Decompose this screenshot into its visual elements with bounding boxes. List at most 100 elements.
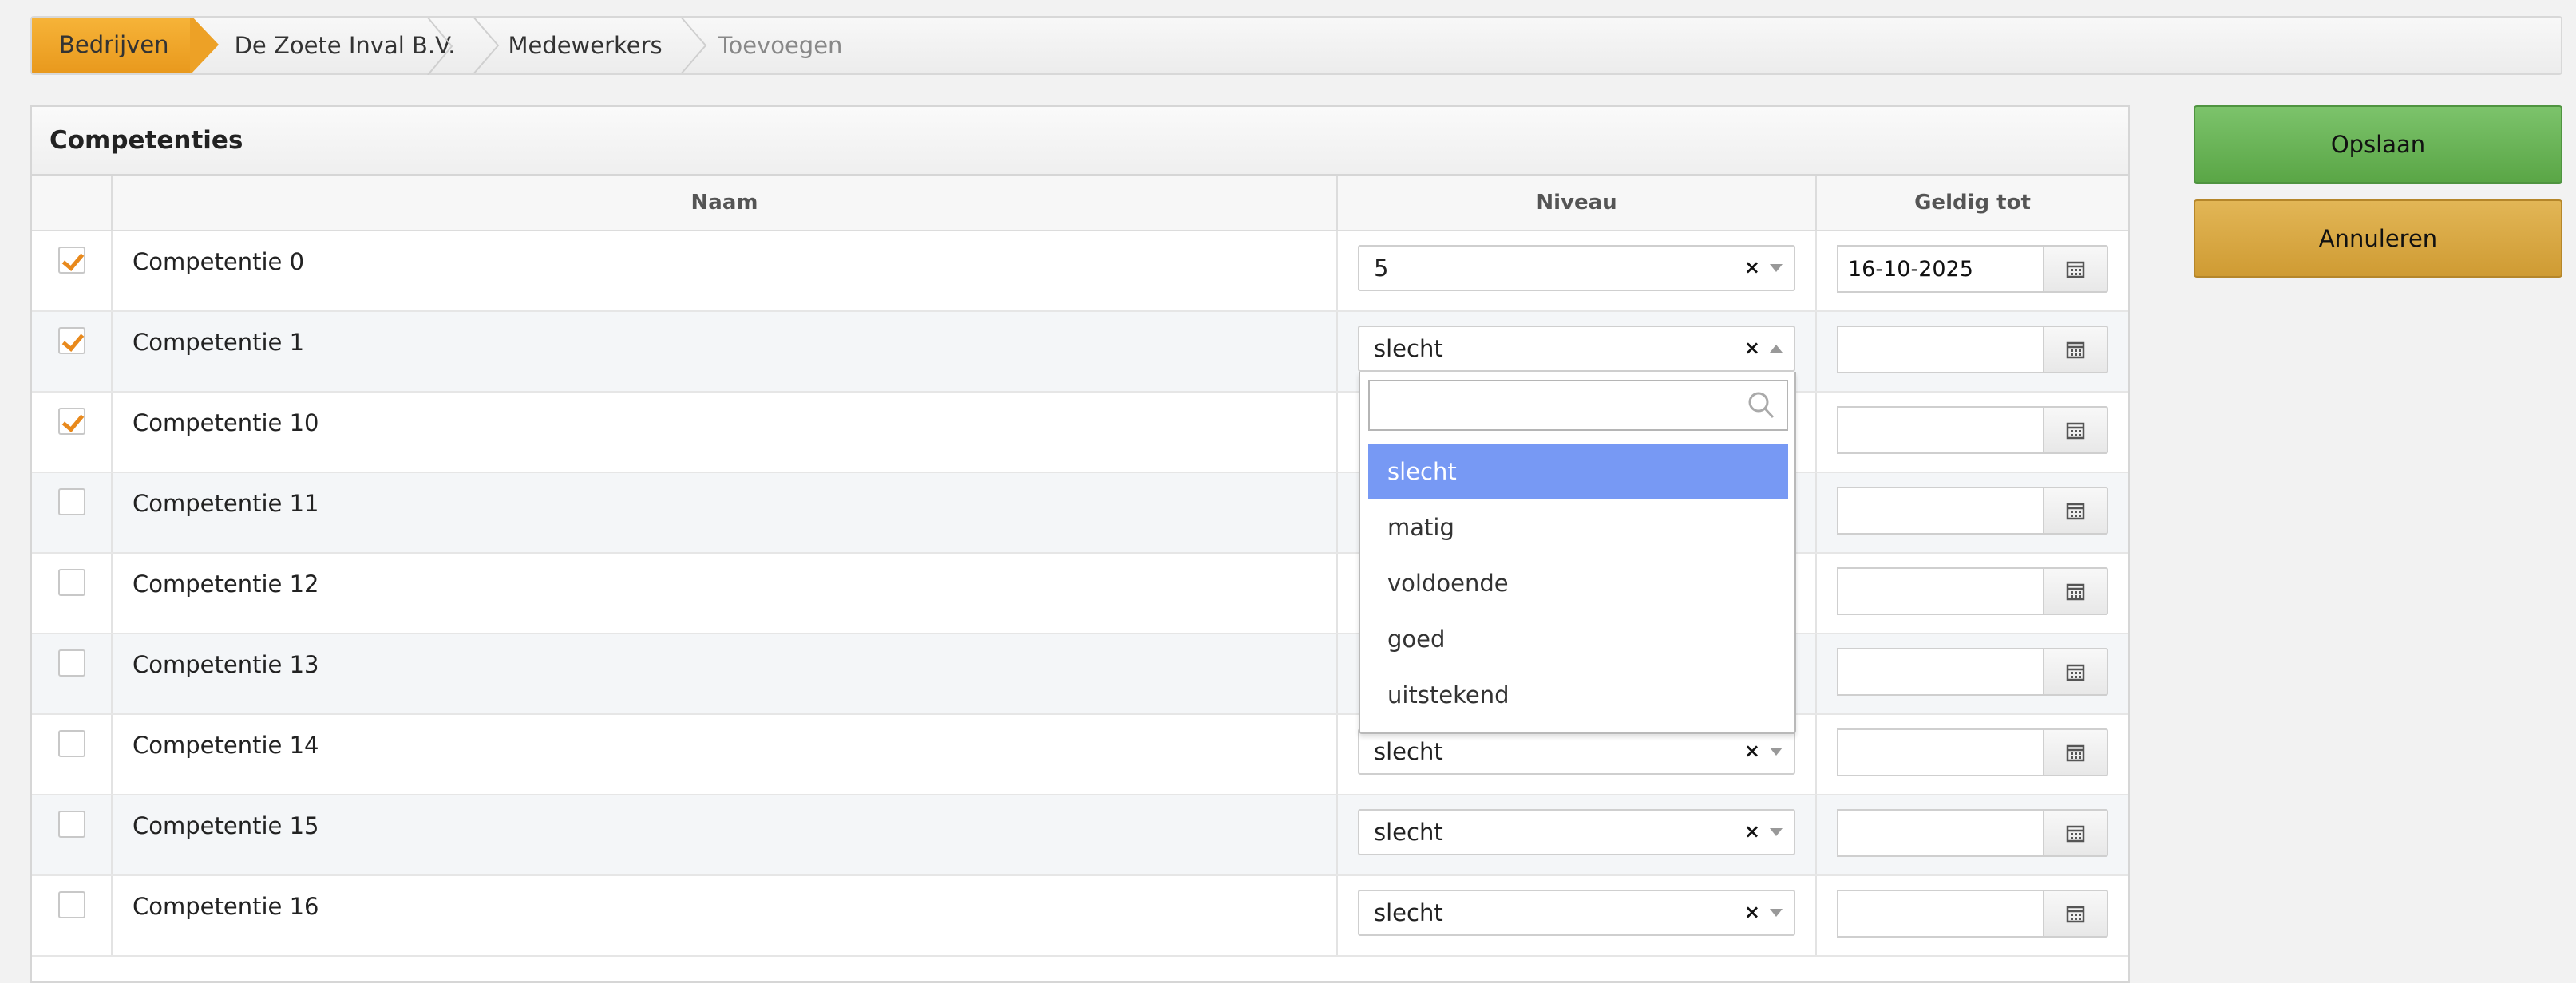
niveau-dropdown: slecht matig voldoende goed uitstekend [1359,372,1796,734]
row-checkbox-cell [32,795,113,876]
competentie-name: Competentie 12 [133,570,319,598]
dropdown-search-input[interactable] [1368,380,1788,431]
calendar-icon[interactable] [2043,728,2108,776]
naam-cell: Competentie 0 [112,231,1338,312]
breadcrumb-item-bedrijven[interactable]: Bedrijven [32,18,219,73]
competentie-name: Competentie 16 [133,893,319,920]
table-header-row: Naam Niveau Geldig tot [32,176,2128,231]
column-header-niveau[interactable]: Niveau [1337,176,1817,231]
row-checkbox[interactable] [57,730,85,757]
row-checkbox[interactable] [57,327,85,354]
geldig-tot-input[interactable]: 16-10-2025 [1837,245,2043,293]
niveau-select[interactable]: slecht × [1358,890,1795,936]
competentie-name: Competentie 11 [133,490,319,517]
niveau-select[interactable]: slecht × [1358,809,1795,855]
clear-icon[interactable]: × [1744,740,1760,762]
niveau-select[interactable]: slecht × [1358,728,1795,775]
date-picker [1837,326,2108,373]
niveau-cell: 5 × [1337,231,1817,312]
chevron-down-icon[interactable] [1770,909,1783,917]
column-header-select [32,176,113,231]
panel-title: Competenties [32,107,2128,176]
row-checkbox[interactable] [57,811,85,838]
geldig-tot-input[interactable] [1837,890,2043,938]
date-picker [1837,728,2108,776]
row-checkbox[interactable] [57,488,85,515]
niveau-select-value: slecht [1374,335,1443,362]
geldig-tot-cell [1816,875,2128,957]
geldig-tot-input[interactable] [1837,728,2043,776]
competentie-name: Competentie 0 [133,248,305,275]
naam-cell: Competentie 10 [112,392,1338,473]
naam-cell: Competentie 14 [112,714,1338,795]
row-checkbox[interactable] [57,408,85,435]
clear-icon[interactable]: × [1744,337,1760,359]
geldig-tot-cell [1816,472,2128,554]
chevron-down-icon[interactable] [1770,748,1783,756]
calendar-icon[interactable] [2043,567,2108,615]
table-row: Competentie 14 slecht × [32,714,2128,795]
dropdown-option[interactable]: slecht [1368,444,1788,499]
competentie-name: Competentie 14 [133,732,319,759]
cancel-button[interactable]: Annuleren [2194,199,2562,278]
breadcrumb-item-medewerkers[interactable]: Medewerkers [473,18,679,73]
row-checkbox-cell [32,634,113,715]
dropdown-option[interactable]: uitstekend [1368,667,1788,723]
row-checkbox[interactable] [57,649,85,677]
competentie-name: Competentie 15 [133,812,319,839]
breadcrumb-item-toevoegen: Toevoegen [680,18,843,73]
table-row: Competentie 13 [32,634,2128,715]
chevron-up-icon[interactable] [1770,345,1783,353]
breadcrumb-label[interactable]: Bedrijven [59,31,169,58]
clear-icon[interactable]: × [1744,820,1760,843]
dropdown-option[interactable]: matig [1368,499,1788,555]
row-checkbox[interactable] [57,569,85,596]
breadcrumb-label[interactable]: Medewerkers [508,32,662,59]
niveau-cell: slecht × [1337,875,1817,957]
geldig-tot-input[interactable] [1837,487,2043,535]
date-picker [1837,648,2108,696]
competentie-name: Competentie 10 [133,409,319,436]
breadcrumb: Bedrijven De Zoete Inval B.V. Medewerker… [30,16,2562,75]
column-header-geldig-tot[interactable]: Geldig tot [1816,176,2128,231]
table-row: Competentie 11 [32,472,2128,554]
calendar-icon[interactable] [2043,487,2108,535]
chevron-down-icon[interactable] [1770,264,1783,272]
naam-cell: Competentie 13 [112,634,1338,715]
geldig-tot-input[interactable] [1837,809,2043,857]
calendar-icon[interactable] [2043,406,2108,454]
breadcrumb-label[interactable]: De Zoete Inval B.V. [235,32,456,59]
competenties-panel: Competenties Naam Niveau Geldig tot Comp… [30,105,2130,983]
clear-icon[interactable]: × [1744,901,1760,923]
calendar-icon[interactable] [2043,326,2108,373]
naam-cell: Competentie 12 [112,553,1338,634]
naam-cell: Competentie 1 [112,311,1338,393]
dropdown-option[interactable]: voldoende [1368,555,1788,611]
geldig-tot-input[interactable] [1837,648,2043,696]
dropdown-option[interactable]: goed [1368,611,1788,667]
clear-icon[interactable]: × [1744,256,1760,278]
niveau-select[interactable]: slecht × [1358,326,1795,372]
table-row: Competentie 1 slecht × [32,311,2128,393]
geldig-tot-input[interactable] [1837,567,2043,615]
geldig-tot-input[interactable] [1837,326,2043,373]
date-picker [1837,406,2108,454]
niveau-select[interactable]: 5 × [1358,245,1795,291]
row-checkbox[interactable] [57,891,85,918]
row-checkbox[interactable] [57,247,85,274]
calendar-icon[interactable] [2043,245,2108,293]
row-checkbox-cell [32,553,113,634]
geldig-tot-cell: 16-10-2025 [1816,231,2128,312]
chevron-down-icon[interactable] [1770,828,1783,836]
calendar-icon[interactable] [2043,648,2108,696]
column-header-naam[interactable]: Naam [112,176,1338,231]
calendar-icon[interactable] [2043,809,2108,857]
date-picker [1837,809,2108,857]
naam-cell: Competentie 11 [112,472,1338,554]
save-button[interactable]: Opslaan [2194,105,2562,184]
row-checkbox-cell [32,231,113,312]
geldig-tot-input[interactable] [1837,406,2043,454]
calendar-icon[interactable] [2043,890,2108,938]
naam-cell: Competentie 15 [112,795,1338,876]
competenties-table: Naam Niveau Geldig tot Competentie 0 5 × 16… [32,176,2128,957]
